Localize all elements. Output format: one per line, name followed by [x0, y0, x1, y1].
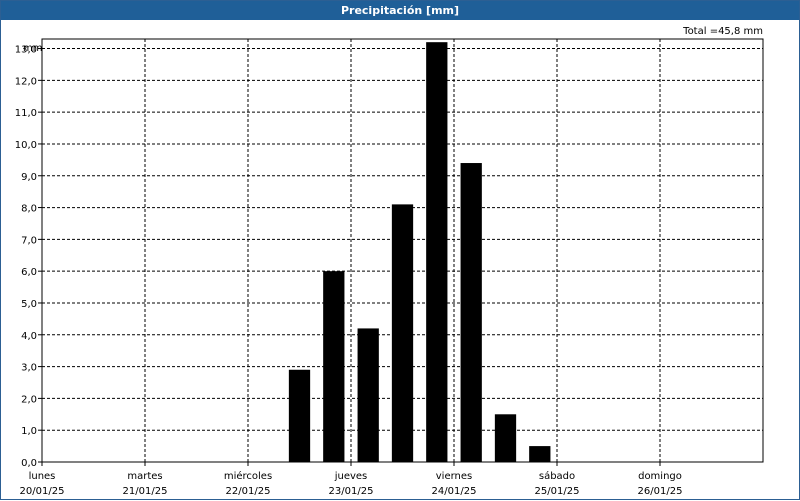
- chart-window: Precipitación [mm] Total =45,8 mm mm 0,0 1…: [0, 0, 800, 500]
- precipitation-bar: [288, 369, 311, 462]
- y-tick-label: 10,0: [15, 140, 37, 151]
- precipitation-bar: [357, 328, 379, 462]
- window-title: Precipitación [mm]: [1, 1, 799, 20]
- precipitation-bar: [460, 163, 482, 462]
- y-tick-label: 12,0: [15, 76, 37, 87]
- x-tick-date-label: 24/01/25: [432, 486, 477, 497]
- y-tick-label: 0,0: [21, 458, 37, 469]
- y-tick-label: 7,0: [21, 235, 37, 246]
- x-tick-date-label: 26/01/25: [638, 486, 683, 497]
- x-tick-day-label: jueves: [334, 471, 368, 482]
- x-tick-date-label: 21/01/25: [123, 486, 168, 497]
- precipitation-bar: [529, 446, 551, 462]
- y-tick-label: 13,0: [15, 45, 37, 56]
- x-tick-date-label: 20/01/25: [20, 486, 65, 497]
- precipitation-bar: [391, 204, 414, 462]
- x-tick-day-label: martes: [127, 471, 162, 482]
- precipitation-bar: [494, 414, 517, 462]
- x-tick-date-label: 22/01/25: [226, 486, 271, 497]
- x-tick-day-label: lunes: [29, 471, 56, 482]
- x-tick-day-label: domingo: [638, 471, 682, 482]
- x-tick-date-label: 25/01/25: [535, 486, 580, 497]
- x-tick-day-label: miércoles: [224, 470, 272, 482]
- x-tick-date-label: 23/01/25: [329, 486, 374, 497]
- y-tick-label: 8,0: [21, 204, 37, 215]
- y-tick-label: 3,0: [21, 363, 37, 374]
- y-tick-label: 9,0: [21, 172, 37, 183]
- y-tick-label: 5,0: [21, 299, 37, 310]
- y-tick-label: 2,0: [21, 394, 37, 405]
- precipitation-bar: [426, 42, 448, 462]
- x-tick-day-label: sábado: [539, 470, 575, 482]
- y-tick-label: 11,0: [15, 108, 37, 119]
- y-tick-label: 6,0: [21, 267, 37, 278]
- x-tick-day-label: viernes: [436, 471, 472, 482]
- y-tick-label: 4,0: [21, 331, 37, 342]
- precipitation-chart: mm0,01,02,03,04,05,06,07,08,09,010,011,0…: [15, 38, 764, 497]
- precipitation-bar: [323, 271, 345, 462]
- y-tick-label: 1,0: [21, 426, 37, 437]
